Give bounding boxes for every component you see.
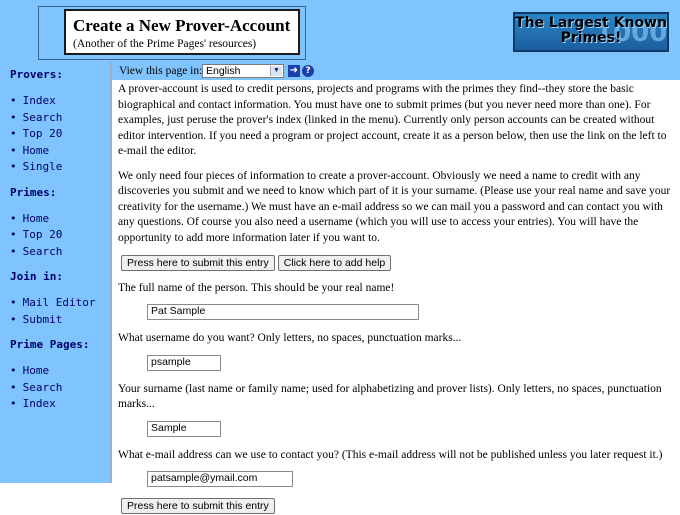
sidebar-section-join: Join in: • Mail Editor • Submit xyxy=(10,270,110,328)
chevron-down-icon[interactable]: ▼ xyxy=(270,66,282,76)
sidebar-item-provers-search[interactable]: • Search xyxy=(10,110,110,127)
language-bar: View this page in: English ▼ ➜ ? xyxy=(112,62,680,80)
sidebar-item-provers-index[interactable]: • Index xyxy=(10,93,110,110)
sidebar-item-provers-home[interactable]: • Home xyxy=(10,143,110,160)
sidebar-item-primes-top20[interactable]: • Top 20 xyxy=(10,227,110,244)
surname-field[interactable]: Sample xyxy=(147,420,221,437)
add-help-button[interactable]: Click here to add help xyxy=(277,255,392,271)
bottom-button-row: Press here to submit this entry xyxy=(121,498,676,515)
sidebar-section-prime-pages: Prime Pages: • Home • Search • Index xyxy=(10,338,110,413)
submit-entry-button[interactable]: Press here to submit this entry xyxy=(121,255,275,271)
sidebar-item-pp-index[interactable]: • Index xyxy=(10,396,110,413)
fullname-label: The full name of the person. This should… xyxy=(118,281,395,294)
sidebar-item-primes-search[interactable]: • Search xyxy=(10,244,110,261)
title-card: Create a New Prover-Account (Another of … xyxy=(64,9,300,55)
sidebar-item-mail-editor[interactable]: • Mail Editor xyxy=(10,295,110,312)
sidebar-section-primes: Primes: • Home • Top 20 • Search xyxy=(10,186,110,261)
page-subtitle: (Another of the Prime Pages' resources) xyxy=(73,38,257,50)
username-label: What username do you want? Only letters,… xyxy=(118,332,462,344)
sidebar-item-submit[interactable]: • Submit xyxy=(10,312,110,329)
fullname-field[interactable]: Pat Sample xyxy=(147,304,419,320)
language-selected-value: English xyxy=(206,65,241,77)
language-label: View this page in: xyxy=(119,65,203,77)
largest-primes-logo[interactable]: 1000 The Largest Known Primes! xyxy=(513,12,669,52)
intro-paragraph-2: We only need four pieces of information … xyxy=(118,169,671,244)
logo-text: The Largest Known Primes! xyxy=(515,15,667,46)
sidebar-item-pp-search[interactable]: • Search xyxy=(10,380,110,397)
sidebar-heading: Prime Pages: xyxy=(10,338,90,351)
arrow-right-icon[interactable]: ➜ xyxy=(288,65,300,77)
surname-label: Your surname (last name or family name; … xyxy=(118,382,662,411)
language-select[interactable]: English ▼ xyxy=(202,64,284,78)
button-row: Press here to submit this entry Click he… xyxy=(121,255,676,272)
intro-paragraph-1: A prover-account is used to credit perso… xyxy=(118,83,667,157)
username-field[interactable]: psample xyxy=(147,354,221,371)
submit-entry-button-bottom[interactable]: Press here to submit this entry xyxy=(121,498,275,514)
sidebar-section-provers: Provers: • Index • Search • Top 20 • Home • S… xyxy=(10,68,110,176)
main-content: A prover-account is used to credit perso… xyxy=(118,82,676,515)
sidebar-heading: Primes: xyxy=(10,185,57,199)
sidebar-heading: Join in: xyxy=(10,270,63,283)
email-field[interactable]: patsample@ymail.com xyxy=(147,471,293,487)
sidebar: Provers: • Index • Search • Top 20 • Home • S… xyxy=(0,62,112,483)
help-icon[interactable]: ? xyxy=(302,65,314,77)
email-label: What e-mail address can we use to contac… xyxy=(118,448,663,461)
sidebar-item-provers-single[interactable]: • Single xyxy=(10,159,110,176)
sidebar-item-provers-top20[interactable]: • Top 20 xyxy=(10,126,110,143)
sidebar-heading: Provers: xyxy=(10,68,63,81)
sidebar-item-primes-home[interactable]: • Home xyxy=(10,211,110,228)
page-title: Create a New Prover-Account xyxy=(73,16,291,35)
sidebar-item-pp-home[interactable]: • Home xyxy=(10,363,110,380)
